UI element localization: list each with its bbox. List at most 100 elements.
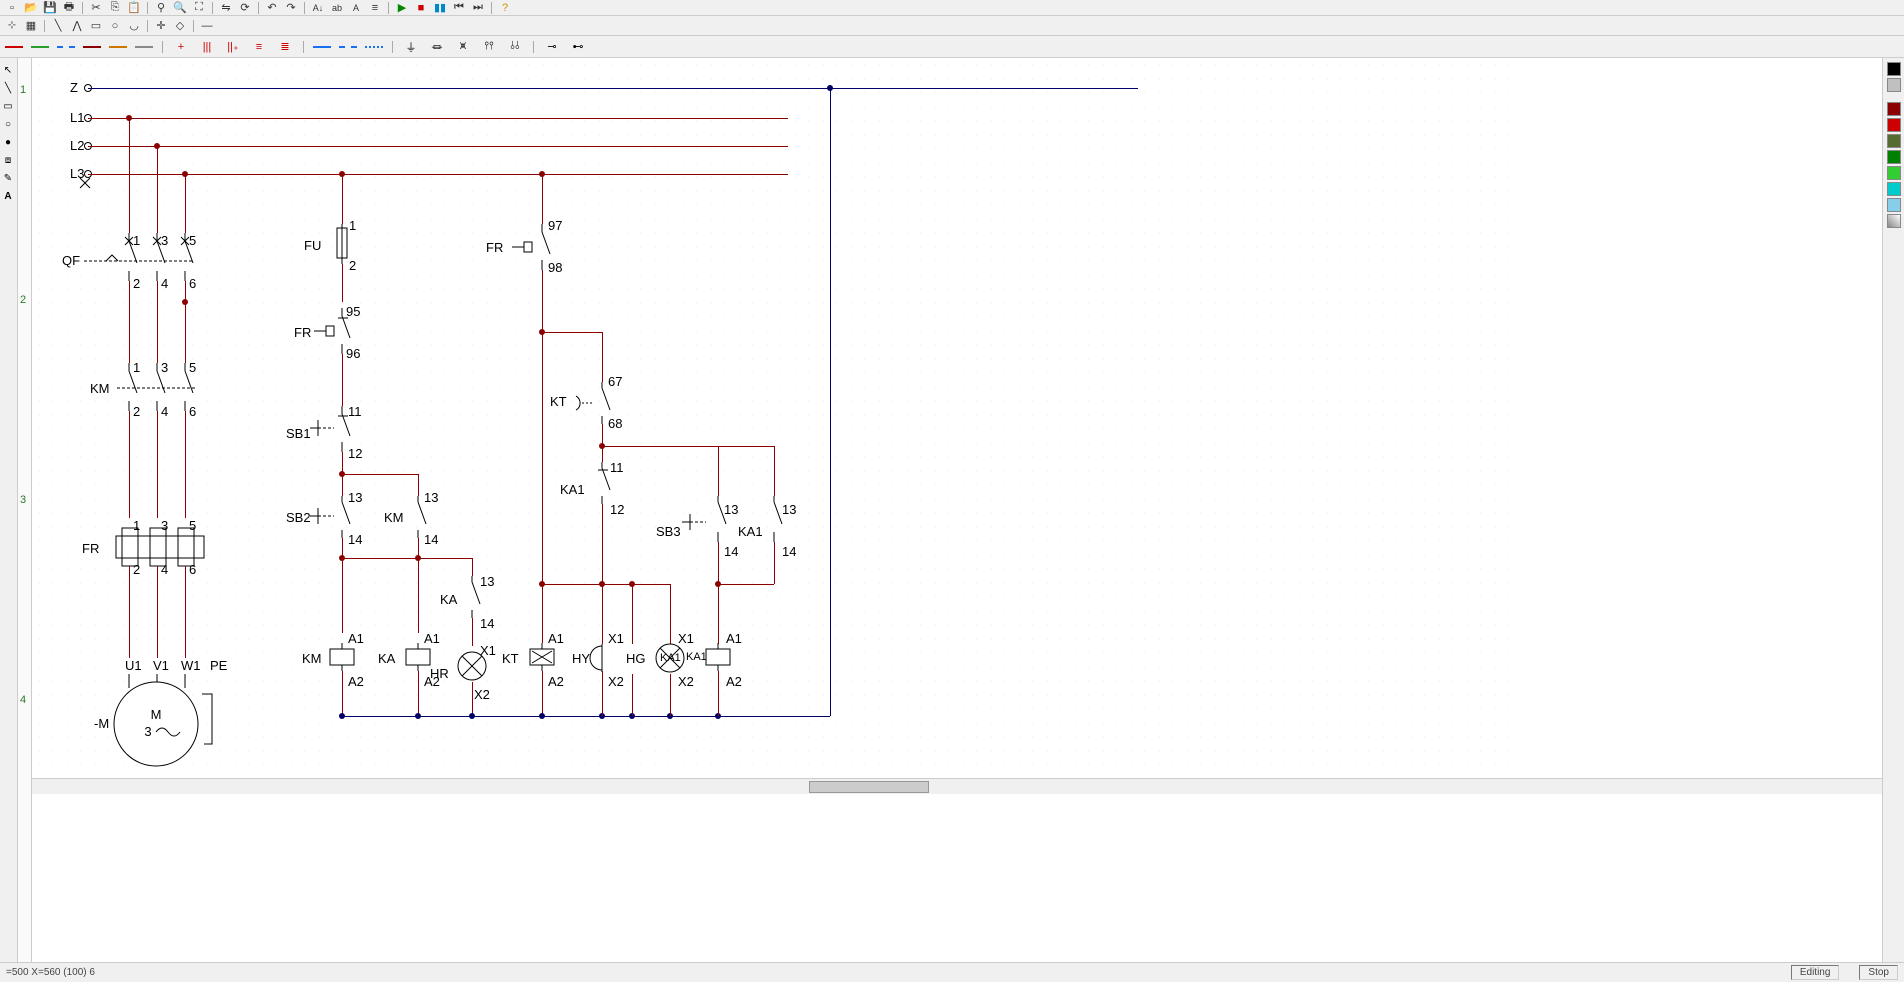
print-icon[interactable]: 🖶 xyxy=(61,1,77,15)
canvas-area[interactable]: Z L1 L2 L3 QF xyxy=(32,58,1882,962)
ellipse-tool-icon[interactable]: ○ xyxy=(0,116,16,132)
text-tool-icon[interactable]: A xyxy=(0,188,16,204)
rect-tool-icon[interactable]: ▭ xyxy=(0,98,16,114)
schematic-canvas[interactable]: Z L1 L2 L3 QF xyxy=(32,58,1512,778)
redo-icon[interactable]: ↷ xyxy=(283,1,299,15)
help-icon[interactable]: ? xyxy=(497,1,513,15)
fr-no-contact[interactable] xyxy=(512,224,572,270)
color-black[interactable] xyxy=(1887,62,1901,76)
snap-icon[interactable]: ⊹ xyxy=(4,19,20,33)
save-icon[interactable]: 💾 xyxy=(42,1,58,15)
hr-lamp[interactable] xyxy=(456,650,488,682)
color-olive[interactable] xyxy=(1887,134,1901,148)
ka1-nc-contact[interactable] xyxy=(592,462,622,504)
ka-coil[interactable] xyxy=(404,643,432,671)
line-color-3[interactable] xyxy=(56,38,76,56)
step-fwd-icon[interactable]: ⏭ xyxy=(470,1,486,15)
ka1-coil[interactable] xyxy=(704,643,732,671)
ka1-aux-contact[interactable] xyxy=(766,496,796,542)
bars-right-icon[interactable]: ≣ xyxy=(275,38,295,56)
text-b-icon[interactable]: ab xyxy=(329,1,345,15)
fr-nc-contact[interactable] xyxy=(314,308,374,354)
line-color-6[interactable] xyxy=(134,38,154,56)
color-gray[interactable] xyxy=(1887,78,1901,92)
color-red[interactable] xyxy=(1887,118,1901,132)
new-icon[interactable]: ▫ xyxy=(4,1,20,15)
play-icon[interactable]: ▶ xyxy=(394,1,410,15)
cap-o-icon[interactable]: ⊸ xyxy=(542,38,562,56)
coil-icon-1[interactable]: ⏚ xyxy=(401,38,421,56)
copy-icon[interactable]: ⎘ xyxy=(107,1,123,15)
paste-icon[interactable]: 📋 xyxy=(126,1,142,15)
rect-icon[interactable]: ▭ xyxy=(88,19,104,33)
text-a-icon[interactable]: A↓ xyxy=(310,1,326,15)
component-tool-icon[interactable]: ⧈ xyxy=(0,152,16,168)
step-back-icon[interactable]: ⏮ xyxy=(451,1,467,15)
bars-icon-1[interactable]: ||| xyxy=(197,38,217,56)
coil-icon-4[interactable]: ⫯⫯ xyxy=(479,38,499,56)
toolbar-main: ▫ 📂 💾 🖶 ✂ ⎘ 📋 ⚲ 🔍 ⛶ ⇋ ⟳ ↶ ↷ A↓ ab A ≡ ▶ … xyxy=(0,0,1904,16)
label-ka-coil: KA xyxy=(378,651,395,666)
dash-1[interactable] xyxy=(312,38,332,56)
pen-tool-icon[interactable]: ✎ xyxy=(0,170,16,186)
sb1-button[interactable] xyxy=(310,406,365,452)
horizontal-scrollbar[interactable] xyxy=(32,778,1882,794)
open-icon[interactable]: 📂 xyxy=(23,1,39,15)
undo-icon[interactable]: ↶ xyxy=(264,1,280,15)
grid-icon[interactable]: ▦ xyxy=(23,19,39,33)
color-custom[interactable] xyxy=(1887,214,1901,228)
pause-icon[interactable]: ▮▮ xyxy=(432,1,448,15)
toolbar-styles: + ||| ||₊ ≡ ≣ ⏚ ⏛ ⩙ ⫯⫯ ⫰⫰ ⊸ ⊷ xyxy=(0,36,1904,58)
color-cyan[interactable] xyxy=(1887,182,1901,196)
sb3-button[interactable] xyxy=(682,496,737,542)
zoom-icon[interactable]: 🔍 xyxy=(172,1,188,15)
stop-icon[interactable]: ■ xyxy=(413,1,429,15)
flip-icon[interactable]: ⇋ xyxy=(218,1,234,15)
filled-ellipse-icon[interactable]: ● xyxy=(0,134,16,150)
polyline-icon[interactable]: ⋀ xyxy=(69,19,85,33)
km-coil[interactable] xyxy=(328,643,356,671)
coil-icon-5[interactable]: ⫰⫰ xyxy=(505,38,525,56)
zoom-fit-icon[interactable]: ⛶ xyxy=(191,1,207,15)
km-contactor[interactable] xyxy=(117,363,207,411)
find-icon[interactable]: ⚲ xyxy=(153,1,169,15)
bars-left-icon[interactable]: ≡ xyxy=(249,38,269,56)
fuse[interactable] xyxy=(332,224,352,264)
circle-icon[interactable]: ○ xyxy=(107,19,123,33)
crosshair-icon[interactable]: ✛ xyxy=(153,19,169,33)
line-icon[interactable]: ╲ xyxy=(50,19,66,33)
bars-icon-2[interactable]: ||₊ xyxy=(223,38,243,56)
cut-icon[interactable]: ✂ xyxy=(88,1,104,15)
minus-icon[interactable]: — xyxy=(199,19,215,33)
plus-icon[interactable]: + xyxy=(171,38,191,56)
kt-timed-contact[interactable] xyxy=(570,382,620,424)
qf-breaker[interactable] xyxy=(84,233,204,283)
line-color-4[interactable] xyxy=(82,38,102,56)
text-c-icon[interactable]: A xyxy=(348,1,364,15)
ka-aux-contact[interactable] xyxy=(464,576,494,618)
line-tool-icon[interactable]: ╲ xyxy=(0,80,16,96)
coil-icon-2[interactable]: ⏛ xyxy=(427,38,447,56)
color-sky[interactable] xyxy=(1887,198,1901,212)
hy-lamp[interactable] xyxy=(588,644,616,672)
cap-o2-icon[interactable]: ⊷ xyxy=(568,38,588,56)
motor[interactable]: M 3 xyxy=(112,674,222,774)
line-color-1[interactable] xyxy=(4,38,24,56)
sb2-button[interactable] xyxy=(310,496,365,538)
arc-icon[interactable]: ◡ xyxy=(126,19,142,33)
label-ka1-nc: KA1 xyxy=(560,482,585,497)
line-color-5[interactable] xyxy=(108,38,128,56)
color-lime[interactable] xyxy=(1887,166,1901,180)
kt-coil[interactable] xyxy=(528,643,556,671)
center-icon[interactable]: ◇ xyxy=(172,19,188,33)
color-dark-red[interactable] xyxy=(1887,102,1901,116)
coil-icon-3[interactable]: ⩙ xyxy=(453,38,473,56)
dash-3[interactable] xyxy=(364,38,384,56)
km-aux-contact[interactable] xyxy=(410,496,440,538)
line-color-2[interactable] xyxy=(30,38,50,56)
color-green[interactable] xyxy=(1887,150,1901,164)
cursor-tool-icon[interactable]: ↖ xyxy=(0,62,16,78)
align-icon[interactable]: ≡ xyxy=(367,1,383,15)
dash-2[interactable] xyxy=(338,38,358,56)
rotate-icon[interactable]: ⟳ xyxy=(237,1,253,15)
